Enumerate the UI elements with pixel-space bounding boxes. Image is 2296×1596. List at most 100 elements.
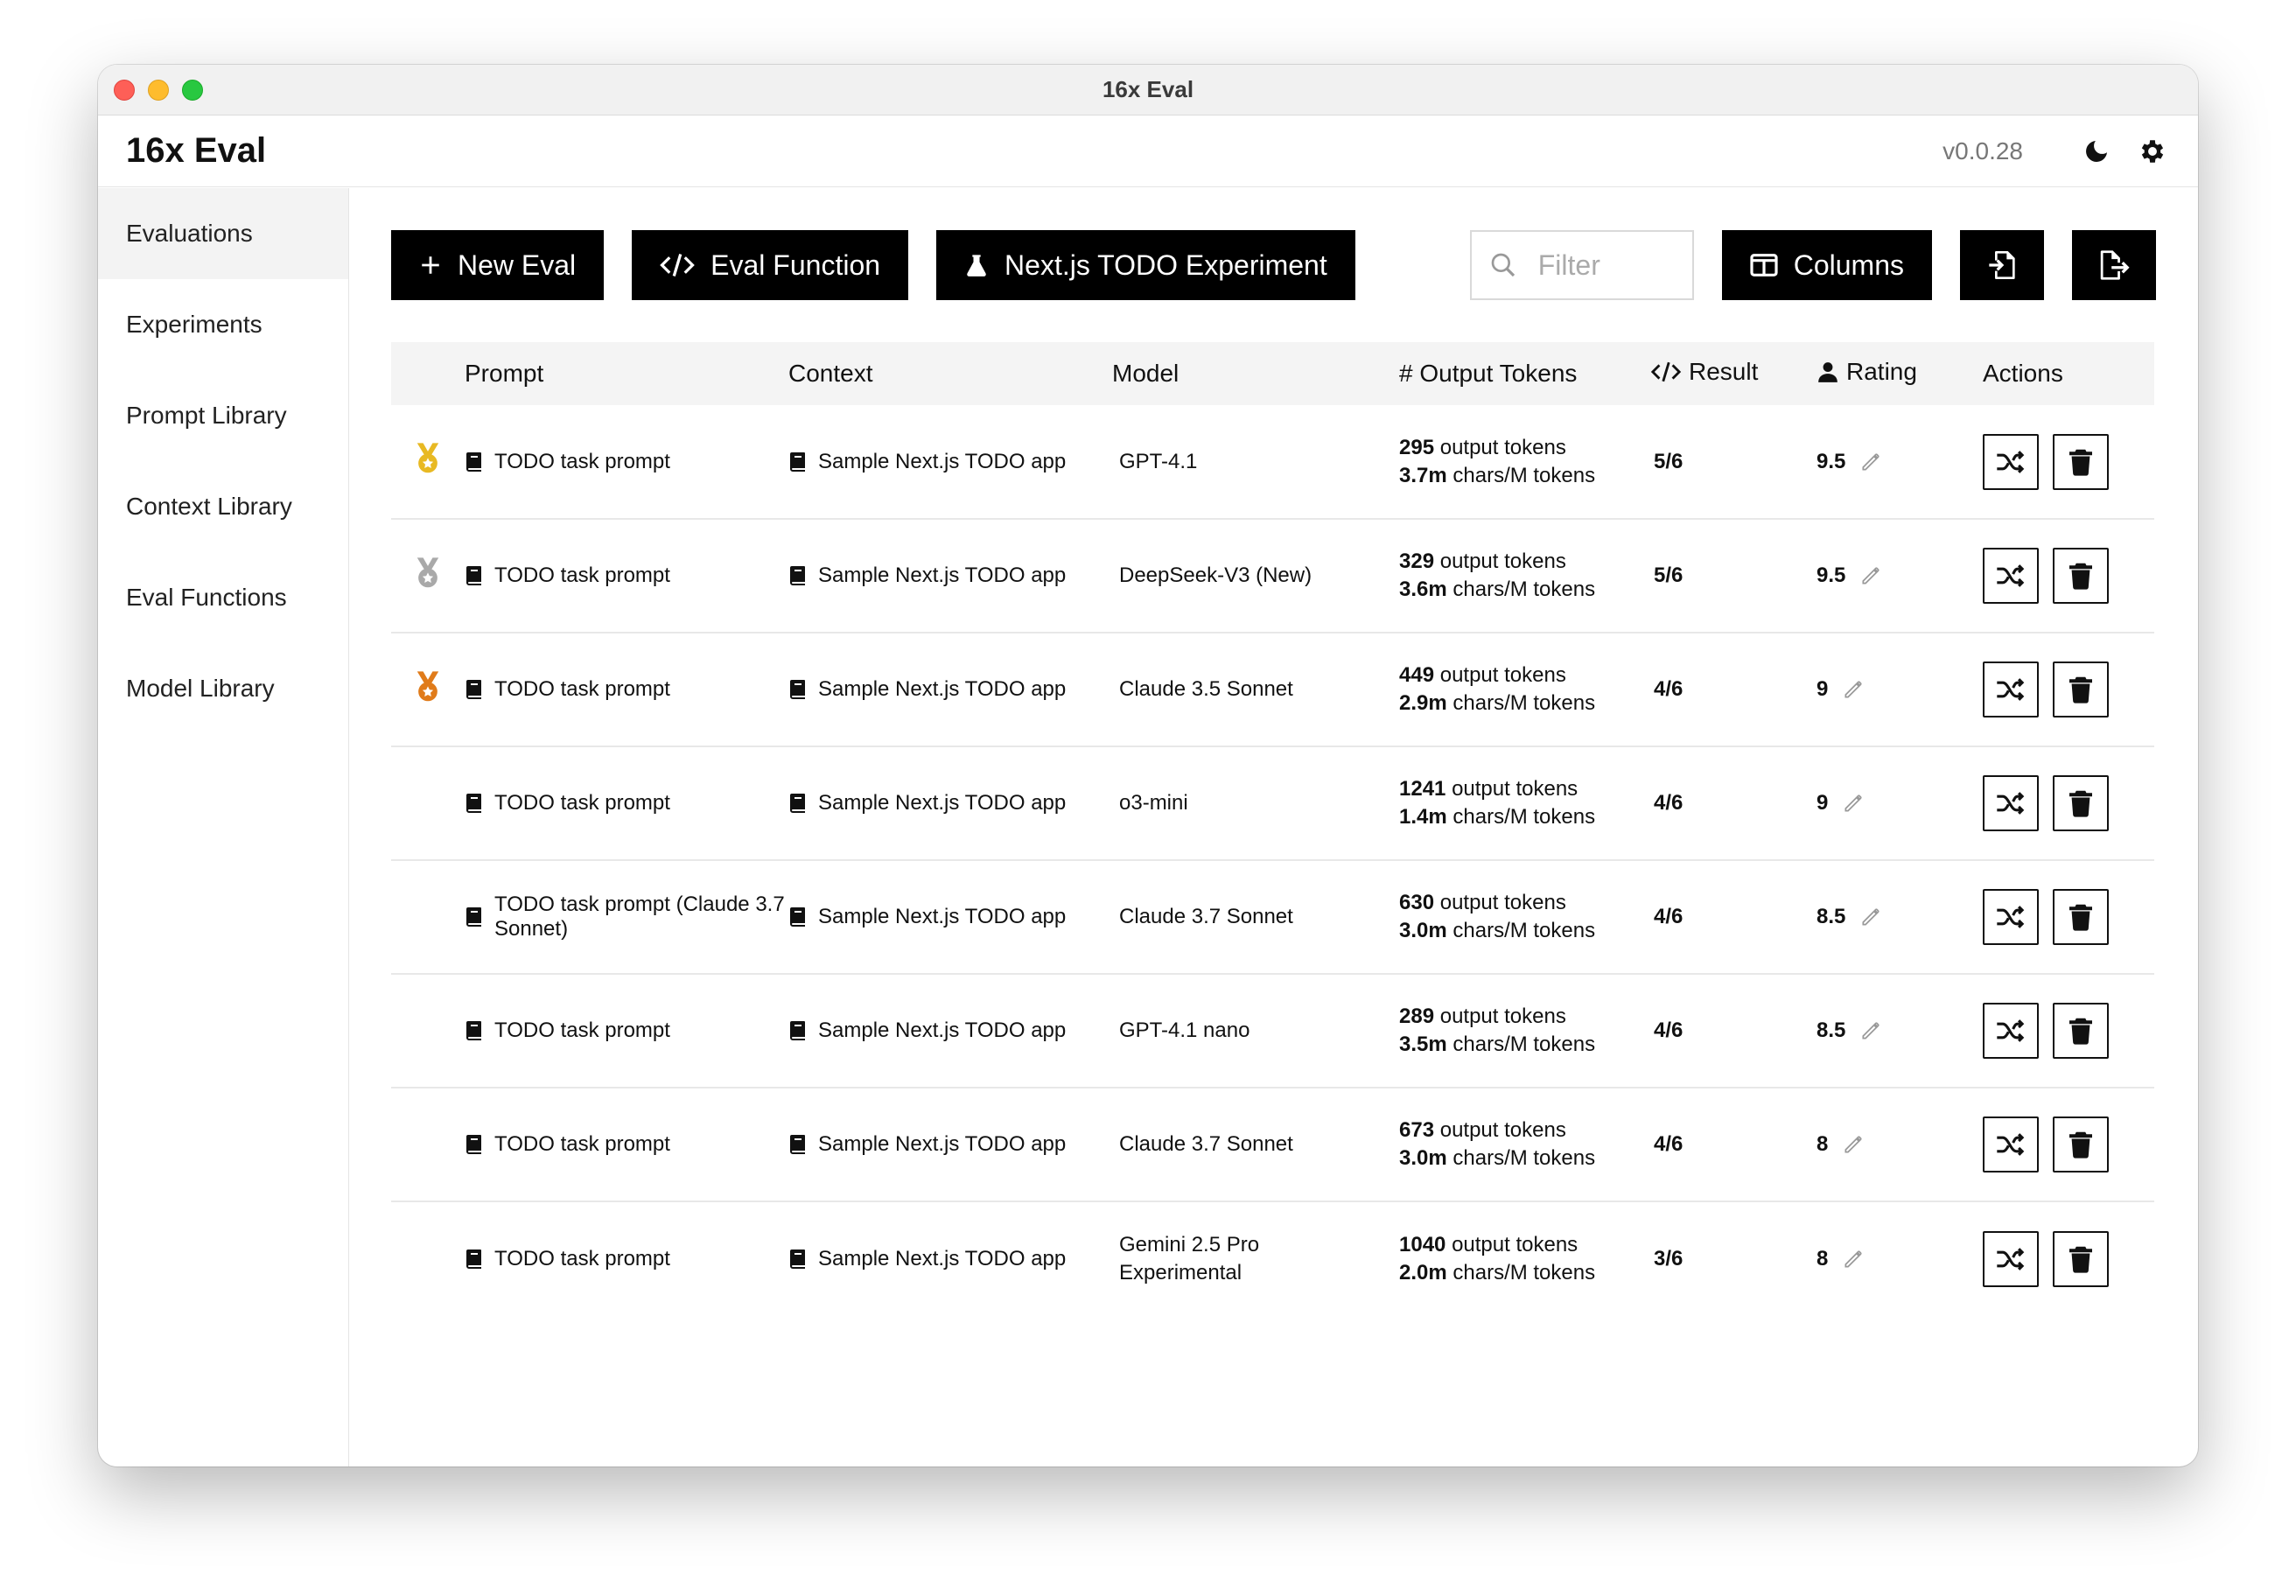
delete-button[interactable] (2053, 433, 2109, 490)
medal-cell (391, 633, 465, 746)
chars-per-token: 3.6m (1399, 578, 1447, 601)
header-result-label: Result (1689, 358, 1759, 385)
shuffle-button[interactable] (1983, 775, 2039, 831)
pencil-icon[interactable] (1842, 1133, 1865, 1156)
context-cell[interactable]: Sample Next.js TODO app (788, 1201, 1112, 1315)
book-icon (466, 794, 481, 813)
context-name: Sample Next.js TODO app (818, 1246, 1067, 1270)
actions-cell (1983, 1088, 2154, 1201)
pencil-icon[interactable] (1859, 564, 1882, 587)
experiment-label: Next.js TODO Experiment (1004, 248, 1327, 281)
context-cell[interactable]: Sample Next.js TODO app (788, 405, 1112, 519)
shuffle-button[interactable] (1983, 889, 2039, 945)
pencil-icon[interactable] (1859, 906, 1882, 928)
delete-button[interactable] (2053, 548, 2109, 604)
table-row[interactable]: TODO task prompt (Claude 3.7 Sonnet) Sam… (391, 860, 2154, 974)
book-icon (466, 680, 481, 699)
settings-button[interactable] (2135, 134, 2170, 169)
rating-cell: 9 (1816, 746, 1983, 860)
trash-icon (2069, 449, 2092, 476)
delete-button[interactable] (2053, 1230, 2109, 1287)
header-prompt[interactable]: Prompt (465, 342, 788, 405)
context-cell[interactable]: Sample Next.js TODO app (788, 974, 1112, 1088)
export-button[interactable] (2072, 230, 2156, 300)
experiment-button[interactable]: Next.js TODO Experiment (936, 230, 1355, 300)
prompt-cell[interactable]: TODO task prompt (465, 974, 788, 1088)
prompt-name: TODO task prompt (494, 1132, 670, 1156)
shuffle-button[interactable] (1983, 662, 2039, 718)
output-token-suffix: output tokens (1439, 1004, 1566, 1028)
new-eval-button[interactable]: New Eval (391, 230, 605, 300)
bronze-medal-icon (416, 670, 439, 701)
delete-button[interactable] (2053, 775, 2109, 831)
table-row[interactable]: TODO task prompt Sample Next.js TODO app… (391, 1088, 2154, 1201)
chars-suffix: chars/M tokens (1452, 1032, 1596, 1056)
minimize-window-button[interactable] (148, 80, 169, 101)
sidebar-item-eval-functions[interactable]: Eval Functions (98, 552, 348, 643)
maximize-window-button[interactable] (182, 80, 203, 101)
shuffle-button[interactable] (1983, 433, 2039, 490)
sidebar-item-evaluations[interactable]: Evaluations (98, 188, 348, 279)
sidebar-item-experiments[interactable]: Experiments (98, 279, 348, 370)
pencil-icon[interactable] (1842, 678, 1865, 701)
context-cell[interactable]: Sample Next.js TODO app (788, 633, 1112, 746)
columns-label: Columns (1793, 248, 1904, 281)
table-row[interactable]: TODO task prompt Sample Next.js TODO app… (391, 974, 2154, 1088)
flask-icon (967, 255, 986, 276)
table-row[interactable]: TODO task prompt Sample Next.js TODO app… (391, 1201, 2154, 1315)
header-rating[interactable]: Rating (1816, 342, 1983, 405)
prompt-cell[interactable]: TODO task prompt (465, 519, 788, 633)
shuffle-button[interactable] (1983, 548, 2039, 604)
table-row[interactable]: TODO task prompt Sample Next.js TODO app… (391, 746, 2154, 860)
delete-button[interactable] (2053, 1116, 2109, 1172)
table-row[interactable]: TODO task prompt Sample Next.js TODO app… (391, 405, 2154, 519)
header-output-tokens[interactable]: # Output Tokens (1399, 342, 1650, 405)
result-value: 5/6 (1654, 564, 1684, 587)
prompt-cell[interactable]: TODO task prompt (465, 1201, 788, 1315)
delete-button[interactable] (2053, 889, 2109, 945)
pencil-icon[interactable] (1842, 1248, 1865, 1270)
book-icon (466, 452, 481, 472)
columns-button[interactable]: Columns (1721, 230, 1932, 300)
context-cell[interactable]: Sample Next.js TODO app (788, 860, 1112, 974)
output-token-suffix: output tokens (1452, 777, 1578, 801)
import-button[interactable] (1960, 230, 2044, 300)
sidebar-item-model-library[interactable]: Model Library (98, 643, 348, 734)
pencil-icon[interactable] (1859, 1019, 1882, 1042)
context-cell[interactable]: Sample Next.js TODO app (788, 1088, 1112, 1201)
prompt-cell[interactable]: TODO task prompt (Claude 3.7 Sonnet) (465, 860, 788, 974)
delete-button[interactable] (2053, 1003, 2109, 1059)
pencil-icon[interactable] (1859, 451, 1882, 473)
prompt-cell[interactable]: TODO task prompt (465, 405, 788, 519)
sidebar-item-context-library[interactable]: Context Library (98, 461, 348, 552)
table-row[interactable]: TODO task prompt Sample Next.js TODO app… (391, 519, 2154, 633)
medal-cell (391, 1201, 465, 1315)
context-cell[interactable]: Sample Next.js TODO app (788, 746, 1112, 860)
header-result[interactable]: Result (1650, 342, 1816, 405)
chars-suffix: chars/M tokens (1452, 919, 1596, 942)
sidebar-item-prompt-library[interactable]: Prompt Library (98, 370, 348, 461)
rating-value: 8.5 (1816, 1018, 1846, 1042)
prompt-cell[interactable]: TODO task prompt (465, 746, 788, 860)
delete-button[interactable] (2053, 662, 2109, 718)
app-name: 16x Eval (126, 131, 267, 170)
dark-mode-toggle[interactable] (2079, 134, 2114, 169)
model-name: Claude 3.5 Sonnet (1119, 677, 1293, 701)
close-window-button[interactable] (114, 80, 135, 101)
table-row[interactable]: TODO task prompt Sample Next.js TODO app… (391, 633, 2154, 746)
shuffle-button[interactable] (1983, 1230, 2039, 1287)
output-token-suffix: output tokens (1439, 1118, 1566, 1142)
trash-icon (2069, 676, 2092, 704)
header-model[interactable]: Model (1112, 342, 1399, 405)
pencil-icon[interactable] (1842, 792, 1865, 815)
rating-cell: 8.5 (1816, 974, 1983, 1088)
filter-input[interactable]: Filter (1469, 230, 1694, 300)
eval-function-button[interactable]: Eval Function (632, 230, 909, 300)
prompt-cell[interactable]: TODO task prompt (465, 1088, 788, 1201)
header-context[interactable]: Context (788, 342, 1112, 405)
file-import-icon (1989, 251, 2015, 279)
shuffle-button[interactable] (1983, 1003, 2039, 1059)
context-cell[interactable]: Sample Next.js TODO app (788, 519, 1112, 633)
shuffle-button[interactable] (1983, 1116, 2039, 1172)
prompt-cell[interactable]: TODO task prompt (465, 633, 788, 746)
